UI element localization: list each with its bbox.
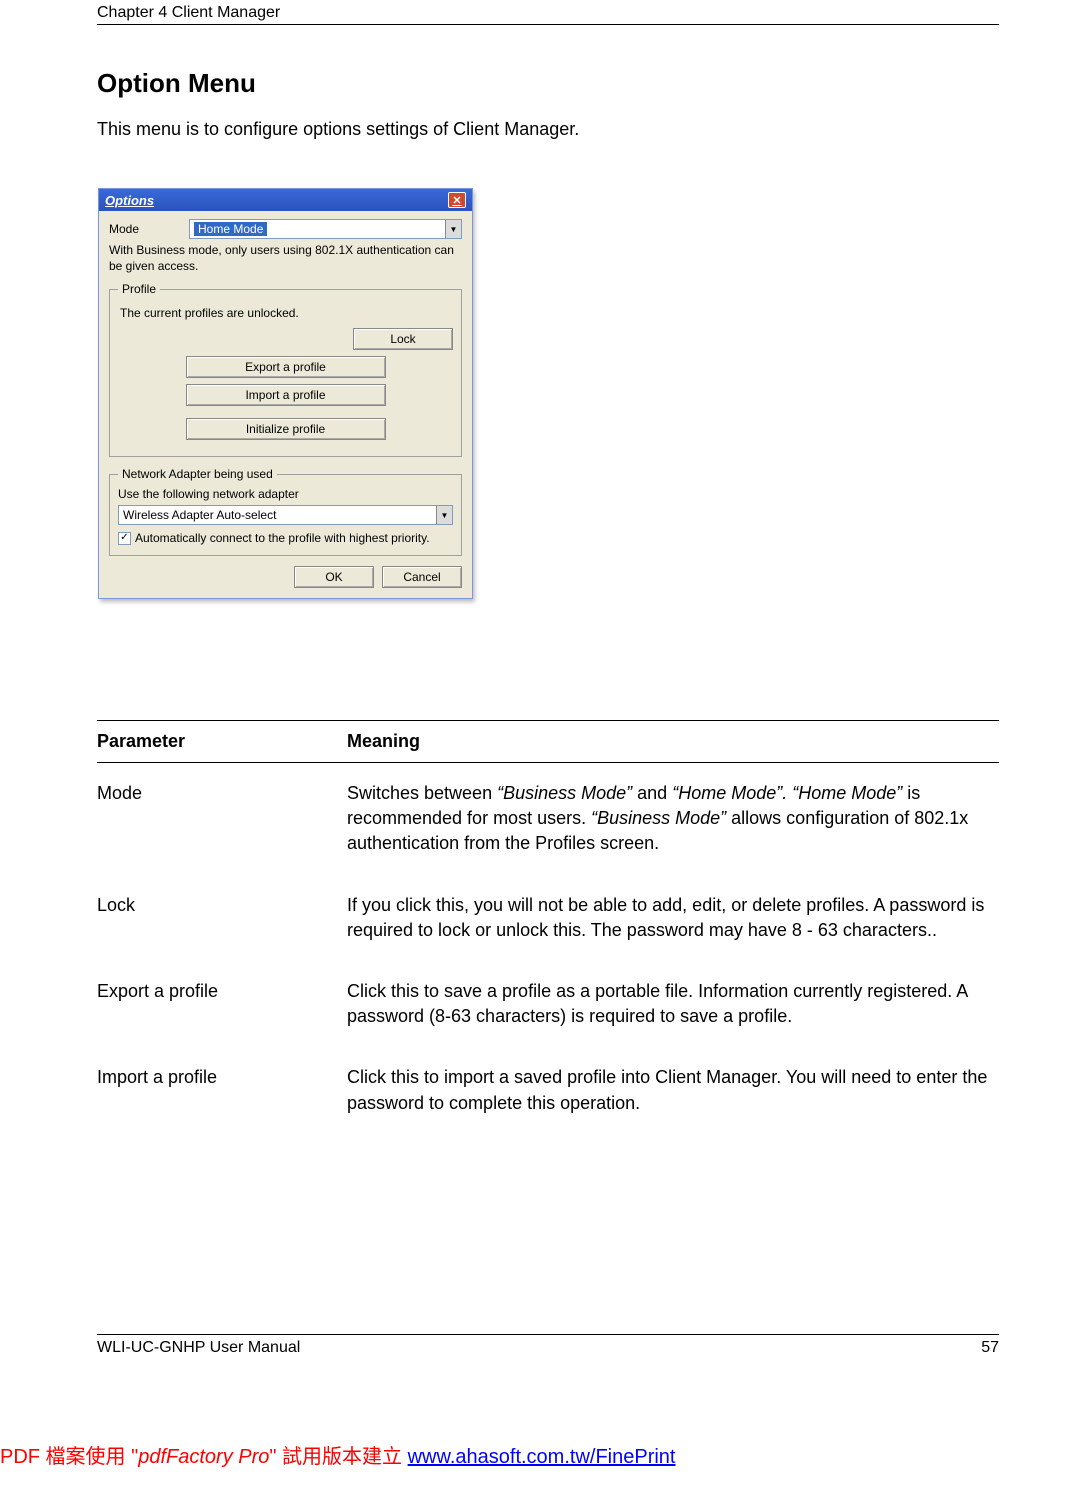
param-name: Lock	[97, 893, 347, 943]
na-select-value: Wireless Adapter Auto-select	[123, 508, 276, 522]
mode-select[interactable]: Home Mode ▼	[189, 219, 462, 239]
page-header: Chapter 4 Client Manager	[97, 4, 999, 25]
table-row: Lock If you click this, you will not be …	[97, 875, 999, 961]
lock-button[interactable]: Lock	[353, 328, 453, 350]
mode-label: Mode	[109, 222, 189, 236]
manual-name: WLI-UC-GNHP User Manual	[97, 1339, 300, 1357]
auto-connect-checkbox[interactable]: ✓	[118, 532, 131, 545]
chevron-down-icon[interactable]: ▼	[445, 220, 461, 238]
profile-status: The current profiles are unlocked.	[120, 306, 453, 320]
initialize-profile-button[interactable]: Initialize profile	[186, 418, 386, 440]
param-meaning: Switches between “Business Mode” and “Ho…	[347, 781, 999, 857]
mode-hint: With Business mode, only users using 802…	[109, 243, 462, 274]
mode-select-value: Home Mode	[194, 222, 267, 236]
param-name: Mode	[97, 781, 347, 857]
th-parameter: Parameter	[97, 731, 347, 752]
network-adapter-fieldset: Network Adapter being used Use the follo…	[109, 467, 462, 556]
param-name: Export a profile	[97, 979, 347, 1029]
dialog-title-text: Options	[105, 193, 154, 208]
pdf-watermark: PDF 檔案使用 "pdfFactory Pro" 試用版本建立 www.aha…	[0, 1440, 675, 1469]
chapter-label: Chapter 4 Client Manager	[97, 4, 280, 21]
page-footer: WLI-UC-GNHP User Manual 57	[97, 1334, 999, 1357]
export-profile-button[interactable]: Export a profile	[186, 356, 386, 378]
cancel-button[interactable]: Cancel	[382, 566, 462, 588]
parameter-table: Parameter Meaning Mode Switches between …	[97, 720, 999, 1134]
table-row: Import a profile Click this to import a …	[97, 1047, 999, 1133]
profile-fieldset: Profile The current profiles are unlocke…	[109, 282, 462, 457]
param-meaning: Click this to import a saved profile int…	[347, 1065, 999, 1115]
page-number: 57	[981, 1339, 999, 1357]
chevron-down-icon[interactable]: ▼	[436, 506, 452, 524]
close-icon[interactable]: ✕	[448, 192, 466, 208]
import-profile-button[interactable]: Import a profile	[186, 384, 386, 406]
param-meaning: If you click this, you will not be able …	[347, 893, 999, 943]
na-select[interactable]: Wireless Adapter Auto-select ▼	[118, 505, 453, 525]
options-dialog: Options ✕ Mode Home Mode ▼ With Business…	[98, 188, 473, 599]
na-legend: Network Adapter being used	[118, 467, 277, 481]
param-meaning: Click this to save a profile as a portab…	[347, 979, 999, 1029]
ok-button[interactable]: OK	[294, 566, 374, 588]
section-title: Option Menu	[97, 68, 256, 99]
na-label: Use the following network adapter	[118, 487, 453, 501]
table-row: Export a profile Click this to save a pr…	[97, 961, 999, 1047]
table-row: Mode Switches between “Business Mode” an…	[97, 763, 999, 875]
profile-legend: Profile	[118, 282, 160, 296]
param-name: Import a profile	[97, 1065, 347, 1115]
auto-connect-label: Automatically connect to the profile wit…	[135, 531, 430, 545]
th-meaning: Meaning	[347, 731, 999, 752]
watermark-link[interactable]: www.ahasoft.com.tw/FinePrint	[408, 1446, 676, 1468]
dialog-titlebar: Options ✕	[99, 189, 472, 211]
section-intro: This menu is to configure options settin…	[97, 119, 579, 140]
